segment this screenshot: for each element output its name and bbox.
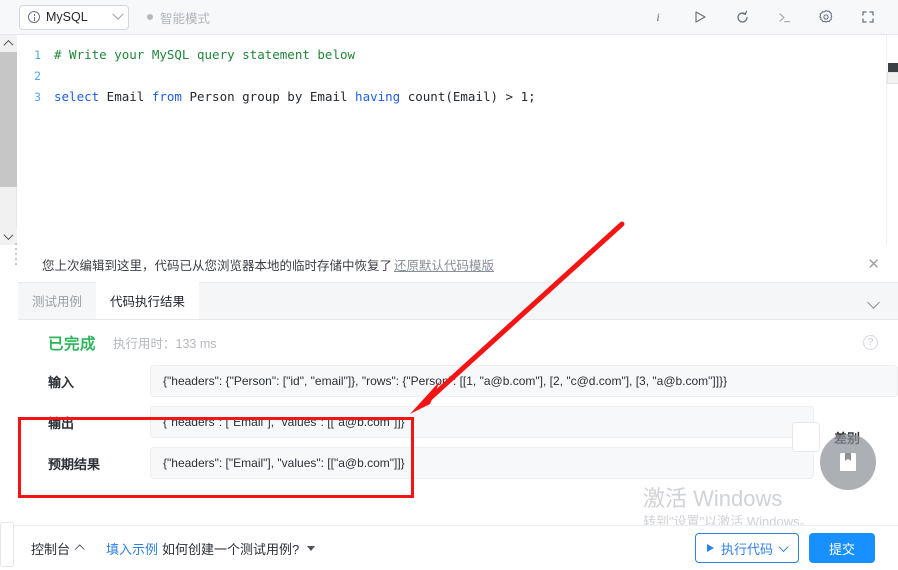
chevron-down-icon[interactable] bbox=[307, 545, 316, 551]
restore-code-notice: 您上次编辑到这里，代码已从您浏览器本地的临时存储中恢复了 还原默认代码模版 ✕ bbox=[18, 246, 898, 283]
execution-time: 执行用时：133 ms bbox=[113, 333, 217, 352]
input-label: 输入 bbox=[48, 374, 75, 390]
run-code-button[interactable]: 执行代码 bbox=[694, 533, 799, 563]
close-icon[interactable]: ✕ bbox=[867, 257, 880, 272]
tab-test-cases[interactable]: 测试用例 bbox=[18, 282, 96, 319]
scroll-up-arrow-icon[interactable] bbox=[0, 35, 17, 52]
info-circle-icon bbox=[28, 11, 40, 23]
tab-execution-result[interactable]: 代码执行结果 bbox=[96, 282, 200, 319]
bookmark-book-icon[interactable] bbox=[820, 434, 876, 490]
execution-time-value: 133 ms bbox=[175, 337, 217, 351]
expected-value[interactable]: {"headers": ["Email"], "values": [["a@b.… bbox=[150, 447, 814, 479]
testcase-hint-group: 填入示例 如何创建一个测试用例? bbox=[106, 539, 316, 558]
status-row: 已完成 执行用时：133 ms ? bbox=[18, 320, 898, 365]
code-line: 2 bbox=[18, 65, 881, 86]
console-toggle[interactable]: 控制台 bbox=[31, 539, 85, 558]
fullscreen-icon[interactable] bbox=[860, 9, 876, 25]
execution-result-panel: 已完成 执行用时：133 ms ? 输入 {"headers": {"Perso… bbox=[18, 320, 898, 525]
scrollbar-segment[interactable] bbox=[888, 63, 898, 72]
chevron-down-icon[interactable] bbox=[778, 541, 789, 552]
console-label: 控制台 bbox=[31, 541, 71, 557]
output-value[interactable]: {"headers": ["Email"], "values": [["a@b.… bbox=[150, 406, 814, 438]
sql-identifier: Person group by Email bbox=[181, 89, 356, 104]
sql-keyword: from bbox=[151, 89, 182, 104]
code-line: 3 select Email from Person group by Emai… bbox=[18, 86, 881, 107]
help-circle-icon[interactable]: ? bbox=[863, 335, 878, 350]
editor-minimap-scrollbar[interactable] bbox=[886, 35, 898, 245]
execution-time-label: 执行用时： bbox=[113, 337, 176, 351]
code-line: 1 # Write your MySQL query statement bel… bbox=[18, 44, 881, 65]
fill-example-link[interactable]: 填入示例 bbox=[106, 539, 158, 558]
expected-row: 预期结果 {"headers": ["Email"], "values": [[… bbox=[18, 447, 898, 479]
sql-keyword: having bbox=[355, 89, 401, 104]
restore-default-template-link[interactable]: 还原默认代码模版 bbox=[394, 255, 494, 274]
info-icon[interactable]: i bbox=[650, 9, 666, 25]
settings-gear-icon[interactable] bbox=[818, 9, 834, 25]
editor-toolbar: MySQL 智能模式 i bbox=[0, 0, 898, 35]
svg-text:i: i bbox=[656, 10, 659, 24]
action-button-group: 执行代码 提交 bbox=[694, 533, 898, 563]
smart-mode-label: 智能模式 bbox=[160, 11, 211, 26]
output-row: 输出 {"headers": ["Email"], "values": [["a… bbox=[18, 406, 898, 438]
diff-toggle[interactable] bbox=[792, 422, 820, 452]
chevron-up-icon bbox=[74, 543, 85, 554]
code-text: # Write your MySQL query statement below bbox=[54, 47, 356, 62]
status-badge: 已完成 bbox=[48, 335, 97, 353]
input-row: 输入 {"headers": {"Person": ["id", "email"… bbox=[18, 365, 898, 397]
reset-icon[interactable] bbox=[734, 9, 750, 25]
sql-expression: count(Email) > 1; bbox=[400, 89, 536, 104]
sql-keyword: select bbox=[54, 89, 100, 104]
left-edge-panel bbox=[0, 522, 14, 567]
code-area[interactable]: 1 # Write your MySQL query statement bel… bbox=[18, 35, 881, 245]
expected-label: 预期结果 bbox=[48, 456, 101, 472]
notice-text: 您上次编辑到这里，代码已从您浏览器本地的临时存储中恢复了 bbox=[42, 258, 393, 273]
panel-resize-handle[interactable] bbox=[15, 243, 17, 265]
smart-mode-toggle[interactable]: 智能模式 bbox=[147, 8, 210, 27]
action-bar: 控制台 填入示例 如何创建一个测试用例? 执行代码 提交 bbox=[0, 522, 898, 570]
output-label: 输出 bbox=[48, 415, 75, 431]
language-label: MySQL bbox=[46, 10, 88, 24]
input-value[interactable]: {"headers": {"Person": ["id", "email"]},… bbox=[150, 365, 898, 397]
play-icon bbox=[706, 544, 714, 552]
chevron-down-icon[interactable] bbox=[867, 296, 880, 309]
chevron-down-icon bbox=[112, 8, 124, 20]
result-tabs: 测试用例 代码执行结果 bbox=[18, 282, 898, 320]
language-select[interactable]: MySQL bbox=[19, 4, 129, 30]
scrollbar-track-block[interactable] bbox=[887, 72, 898, 84]
run-code-label: 执行代码 bbox=[720, 541, 773, 557]
console-icon[interactable] bbox=[776, 9, 792, 25]
status-dot-icon bbox=[147, 14, 153, 20]
sql-identifier: Email bbox=[99, 89, 152, 104]
toolbar-icon-group: i bbox=[650, 9, 898, 25]
leetcode-playground: MySQL 智能模式 i 1 # Write your MySQL query … bbox=[0, 0, 898, 570]
line-number: 1 bbox=[34, 47, 41, 62]
submit-button[interactable]: 提交 bbox=[808, 533, 875, 563]
create-testcase-hint: 如何创建一个测试用例? bbox=[162, 541, 300, 557]
line-number: 3 bbox=[34, 89, 41, 104]
code-editor[interactable]: 1 # Write your MySQL query statement bel… bbox=[0, 35, 898, 245]
line-number: 2 bbox=[34, 68, 41, 83]
diff-area: 差别 bbox=[792, 420, 888, 490]
scrollbar-thumb[interactable] bbox=[0, 52, 17, 187]
run-icon[interactable] bbox=[692, 9, 708, 25]
editor-vertical-scrollbar[interactable] bbox=[0, 35, 17, 245]
